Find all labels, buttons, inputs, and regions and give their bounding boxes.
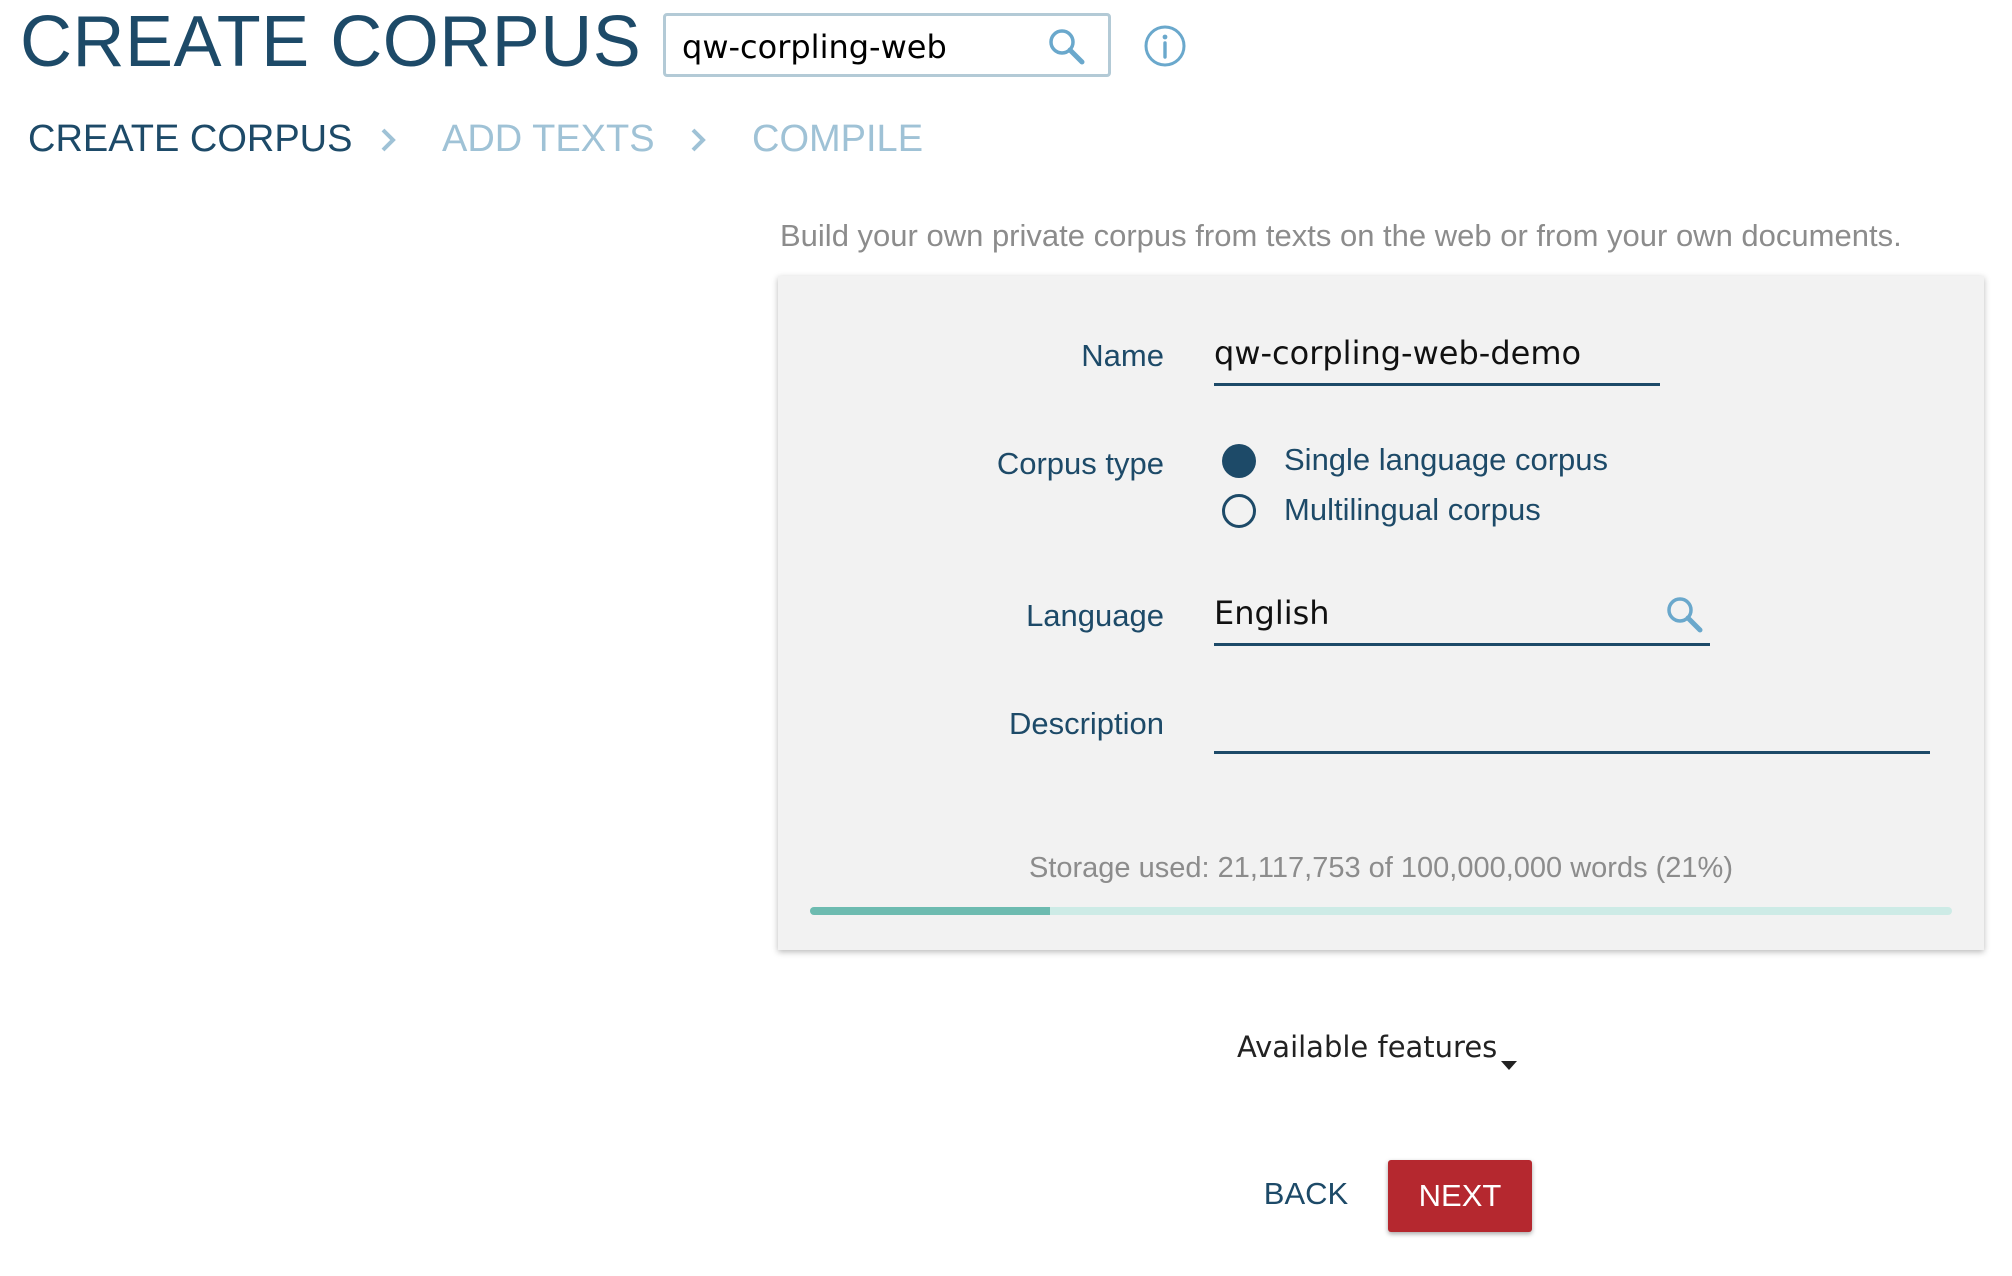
search-icon[interactable] bbox=[1046, 26, 1086, 71]
corpus-search-input[interactable]: qw-corpling-web bbox=[663, 13, 1111, 77]
caret-down-icon bbox=[1499, 1044, 1519, 1078]
step-compile[interactable]: COMPILE bbox=[752, 112, 923, 166]
available-features-toggle[interactable]: Available features bbox=[1237, 1030, 1517, 1070]
language-input[interactable]: English bbox=[1214, 594, 1710, 646]
corpus-type-label: Corpus type bbox=[996, 446, 1164, 481]
language-value: English bbox=[1214, 594, 1330, 632]
create-corpus-form: Name qw-corpling-web-demo Corpus type Si… bbox=[778, 276, 1984, 950]
search-icon[interactable] bbox=[1664, 594, 1704, 639]
corpus-search-value: qw-corpling-web bbox=[682, 28, 947, 66]
intro-text: Build your own private corpus from texts… bbox=[780, 218, 1902, 253]
description-label: Description bbox=[1008, 706, 1164, 741]
storage-progress-bar bbox=[810, 907, 1952, 915]
chevron-right-icon bbox=[378, 126, 398, 159]
radio-multilingual-label: Multilingual corpus bbox=[1284, 492, 1541, 527]
back-button[interactable]: BACK bbox=[1248, 1158, 1364, 1230]
next-button[interactable]: NEXT bbox=[1388, 1160, 1532, 1232]
language-label: Language bbox=[1026, 598, 1164, 633]
description-input[interactable] bbox=[1214, 702, 1930, 754]
page-title: CREATE CORPUS bbox=[20, 2, 642, 82]
info-icon[interactable] bbox=[1143, 24, 1187, 68]
step-add-texts[interactable]: ADD TEXTS bbox=[442, 112, 655, 166]
radio-unselected-icon bbox=[1222, 494, 1256, 528]
storage-usage-text: Storage used: 21,117,753 of 100,000,000 … bbox=[1028, 852, 1733, 884]
storage-progress-fill bbox=[810, 907, 1050, 915]
available-features-label: Available features bbox=[1237, 1030, 1498, 1064]
chevron-right-icon bbox=[688, 126, 708, 159]
name-label: Name bbox=[1081, 338, 1164, 373]
radio-single-language-label: Single language corpus bbox=[1284, 442, 1609, 477]
name-input[interactable]: qw-corpling-web-demo bbox=[1214, 334, 1660, 386]
step-create-corpus[interactable]: CREATE CORPUS bbox=[28, 112, 352, 166]
radio-selected-icon bbox=[1222, 444, 1256, 478]
name-value: qw-corpling-web-demo bbox=[1214, 334, 1582, 372]
